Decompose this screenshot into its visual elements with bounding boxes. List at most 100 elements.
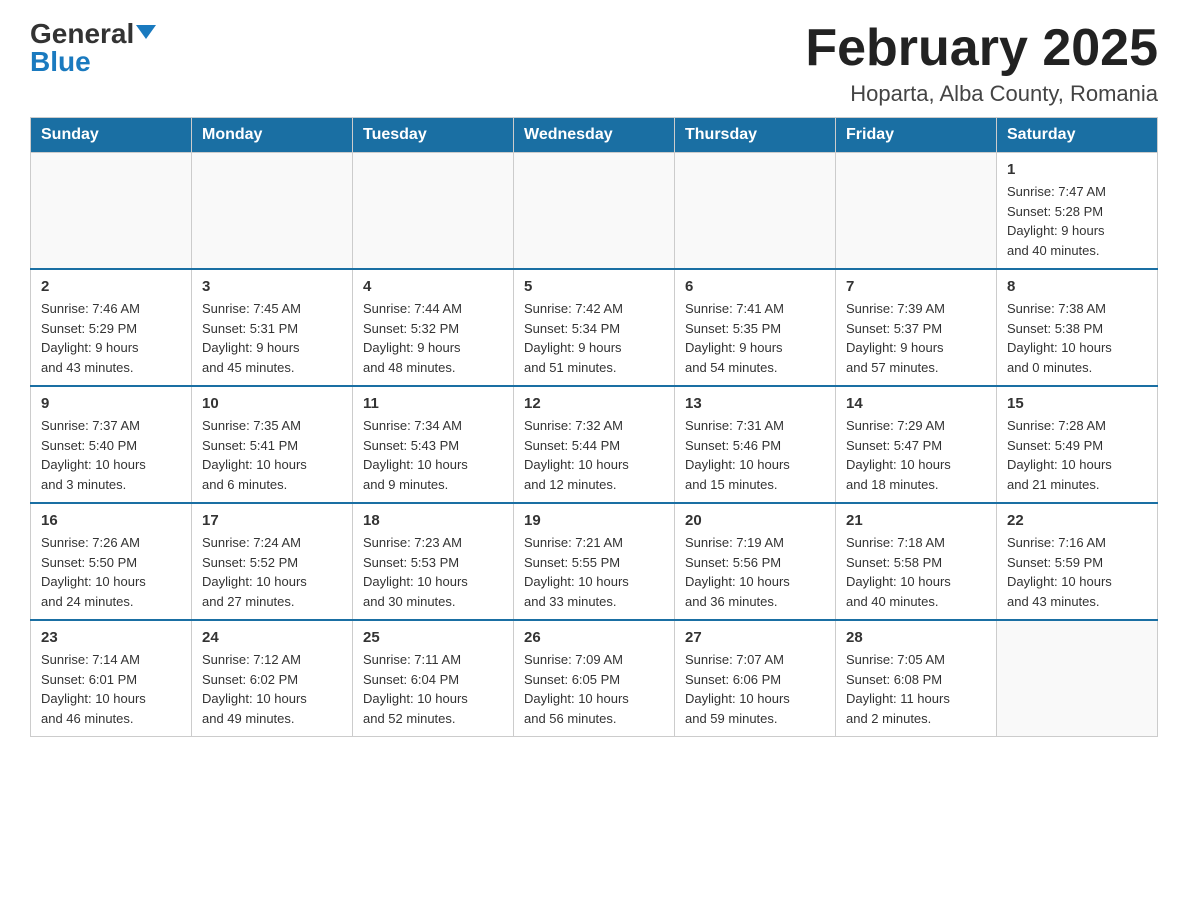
day-number: 23 [41,629,181,646]
calendar-cell: 1Sunrise: 7:47 AM Sunset: 5:28 PM Daylig… [997,153,1158,270]
calendar-cell: 10 Sunrise: 7:35 AM Sunset: 5:41 PM Dayli… [192,386,353,503]
day-number: 17 [202,512,342,529]
day-number: 4 [363,278,503,295]
calendar-cell: 9 Sunrise: 7:37 AM Sunset: 5:40 PM Daylig… [31,386,192,503]
day-number: 5 [524,278,664,295]
logo-general-text: General [30,18,156,49]
weekday-header-monday: Monday [192,118,353,153]
day-info: Sunrise: 7:32 AM Sunset: 5:44 PM Dayligh… [524,416,664,494]
logo-blue-line: Blue [30,48,91,76]
calendar-cell: 15 Sunrise: 7:28 AM Sunset: 5:49 PM Dayli… [997,386,1158,503]
calendar-cell: 4 Sunrise: 7:44 AM Sunset: 5:32 PM Daylig… [353,269,514,386]
calendar-cell [31,153,192,270]
day-info: Sunrise: 7:11 AM Sunset: 6:04 PM Dayligh… [363,650,503,728]
day-number: 2 [41,278,181,295]
day-info: Sunrise: 7:09 AM Sunset: 6:05 PM Dayligh… [524,650,664,728]
day-info: Sunrise: 7:18 AM Sunset: 5:58 PM Dayligh… [846,533,986,611]
calendar-cell: 24Sunrise: 7:12 AM Sunset: 6:02 PM Dayli… [192,620,353,737]
calendar-cell: 16Sunrise: 7:26 AM Sunset: 5:50 PM Dayli… [31,503,192,620]
calendar-cell [353,153,514,270]
day-number: 7 [846,278,986,295]
title-block: February 2025 Hoparta, Alba County, Roma… [805,20,1158,107]
day-number: 15 [1007,395,1147,412]
day-info: Sunrise: 7:34 AM Sunset: 5:43 PM Dayligh… [363,416,503,494]
calendar-cell [997,620,1158,737]
day-number: 19 [524,512,664,529]
day-info: Sunrise: 7:46 AM Sunset: 5:29 PM Dayligh… [41,299,181,377]
calendar-cell: 19 Sunrise: 7:21 AM Sunset: 5:55 PM Dayli… [514,503,675,620]
logo: General Blue [30,20,156,76]
day-number: 28 [846,629,986,646]
calendar-cell: 25 Sunrise: 7:11 AM Sunset: 6:04 PM Dayli… [353,620,514,737]
day-number: 13 [685,395,825,412]
weekday-header-friday: Friday [836,118,997,153]
day-info: Sunrise: 7:41 AM Sunset: 5:35 PM Dayligh… [685,299,825,377]
calendar-table: SundayMondayTuesdayWednesdayThursdayFrid… [30,117,1158,737]
page-header: General Blue February 2025 Hoparta, Alba… [30,20,1158,107]
day-number: 10 [202,395,342,412]
weekday-header-thursday: Thursday [675,118,836,153]
calendar-cell: 3 Sunrise: 7:45 AM Sunset: 5:31 PM Daylig… [192,269,353,386]
week-row-1: 1Sunrise: 7:47 AM Sunset: 5:28 PM Daylig… [31,153,1158,270]
day-info: Sunrise: 7:44 AM Sunset: 5:32 PM Dayligh… [363,299,503,377]
calendar-cell: 6 Sunrise: 7:41 AM Sunset: 5:35 PM Daylig… [675,269,836,386]
day-number: 25 [363,629,503,646]
calendar-cell: 12 Sunrise: 7:32 AM Sunset: 5:44 PM Dayli… [514,386,675,503]
calendar-cell: 5 Sunrise: 7:42 AM Sunset: 5:34 PM Daylig… [514,269,675,386]
day-number: 26 [524,629,664,646]
day-info: Sunrise: 7:42 AM Sunset: 5:34 PM Dayligh… [524,299,664,377]
day-info: Sunrise: 7:24 AM Sunset: 5:52 PM Dayligh… [202,533,342,611]
day-number: 1 [1007,161,1147,178]
location-title: Hoparta, Alba County, Romania [805,81,1158,107]
week-row-4: 16Sunrise: 7:26 AM Sunset: 5:50 PM Dayli… [31,503,1158,620]
calendar-cell: 7Sunrise: 7:39 AM Sunset: 5:37 PM Daylig… [836,269,997,386]
day-number: 21 [846,512,986,529]
day-info: Sunrise: 7:23 AM Sunset: 5:53 PM Dayligh… [363,533,503,611]
calendar-cell: 22 Sunrise: 7:16 AM Sunset: 5:59 PM Dayli… [997,503,1158,620]
logo-blue-text: Blue [30,46,91,77]
calendar-cell: 13 Sunrise: 7:31 AM Sunset: 5:46 PM Dayli… [675,386,836,503]
week-row-5: 23Sunrise: 7:14 AM Sunset: 6:01 PM Dayli… [31,620,1158,737]
weekday-header-tuesday: Tuesday [353,118,514,153]
day-info: Sunrise: 7:16 AM Sunset: 5:59 PM Dayligh… [1007,533,1147,611]
day-number: 20 [685,512,825,529]
calendar-cell [514,153,675,270]
week-row-3: 9 Sunrise: 7:37 AM Sunset: 5:40 PM Daylig… [31,386,1158,503]
day-info: Sunrise: 7:35 AM Sunset: 5:41 PM Dayligh… [202,416,342,494]
logo-triangle-icon [136,25,156,39]
calendar-cell [675,153,836,270]
day-info: Sunrise: 7:12 AM Sunset: 6:02 PM Dayligh… [202,650,342,728]
calendar-cell [192,153,353,270]
calendar-cell: 27Sunrise: 7:07 AM Sunset: 6:06 PM Dayli… [675,620,836,737]
calendar-cell: 17 Sunrise: 7:24 AM Sunset: 5:52 PM Dayli… [192,503,353,620]
calendar-cell: 2 Sunrise: 7:46 AM Sunset: 5:29 PM Daylig… [31,269,192,386]
calendar-cell: 26 Sunrise: 7:09 AM Sunset: 6:05 PM Dayli… [514,620,675,737]
day-info: Sunrise: 7:31 AM Sunset: 5:46 PM Dayligh… [685,416,825,494]
day-number: 11 [363,395,503,412]
calendar-cell [836,153,997,270]
day-info: Sunrise: 7:37 AM Sunset: 5:40 PM Dayligh… [41,416,181,494]
day-info: Sunrise: 7:21 AM Sunset: 5:55 PM Dayligh… [524,533,664,611]
day-info: Sunrise: 7:05 AM Sunset: 6:08 PM Dayligh… [846,650,986,728]
day-number: 12 [524,395,664,412]
calendar-cell: 20Sunrise: 7:19 AM Sunset: 5:56 PM Dayli… [675,503,836,620]
logo-general-line: General [30,20,156,48]
weekday-header-row: SundayMondayTuesdayWednesdayThursdayFrid… [31,118,1158,153]
day-number: 6 [685,278,825,295]
day-number: 18 [363,512,503,529]
day-number: 9 [41,395,181,412]
day-number: 16 [41,512,181,529]
calendar-cell: 21 Sunrise: 7:18 AM Sunset: 5:58 PM Dayli… [836,503,997,620]
day-number: 14 [846,395,986,412]
week-row-2: 2 Sunrise: 7:46 AM Sunset: 5:29 PM Daylig… [31,269,1158,386]
day-number: 27 [685,629,825,646]
day-number: 22 [1007,512,1147,529]
weekday-header-wednesday: Wednesday [514,118,675,153]
day-info: Sunrise: 7:45 AM Sunset: 5:31 PM Dayligh… [202,299,342,377]
calendar-cell: 11 Sunrise: 7:34 AM Sunset: 5:43 PM Dayli… [353,386,514,503]
weekday-header-saturday: Saturday [997,118,1158,153]
day-number: 3 [202,278,342,295]
weekday-header-sunday: Sunday [31,118,192,153]
calendar-cell: 18 Sunrise: 7:23 AM Sunset: 5:53 PM Dayli… [353,503,514,620]
day-info: Sunrise: 7:28 AM Sunset: 5:49 PM Dayligh… [1007,416,1147,494]
